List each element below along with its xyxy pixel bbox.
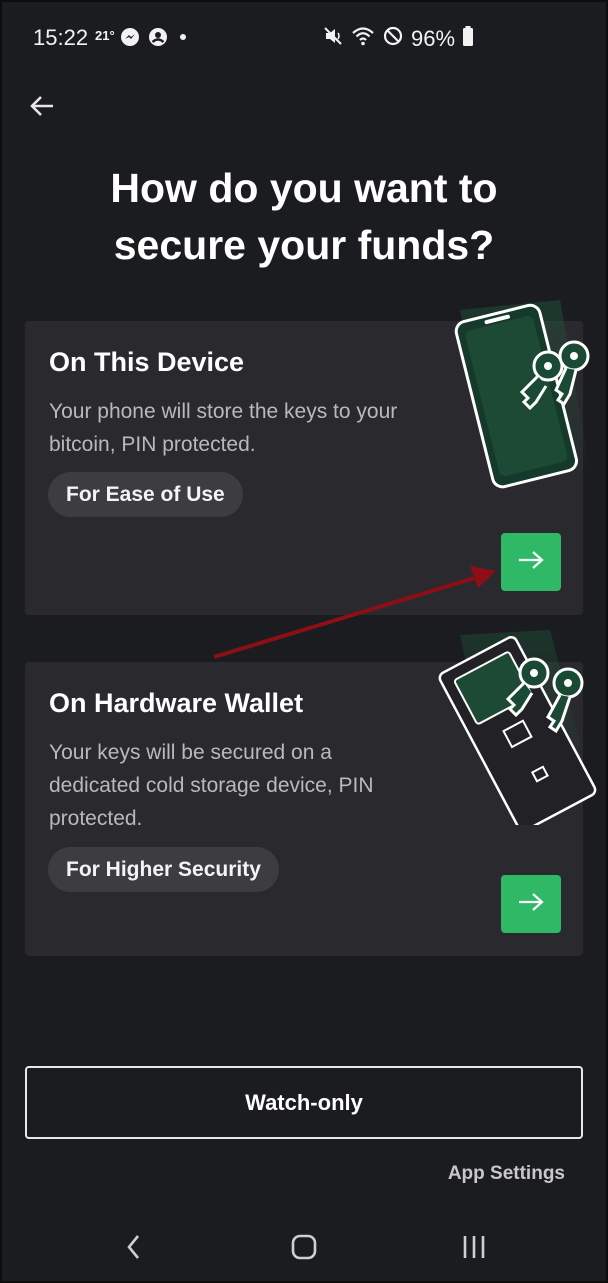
option-description: Your keys will be secured on a dedicated… bbox=[49, 741, 374, 830]
option-tag-badge: For Higher Security bbox=[48, 847, 279, 892]
status-temperature: 21° bbox=[95, 28, 115, 43]
option-title: On This Device bbox=[49, 347, 245, 377]
select-on-hardware-wallet-button[interactable] bbox=[501, 875, 561, 933]
nav-recents-button[interactable] bbox=[450, 1229, 498, 1269]
battery-icon bbox=[462, 25, 474, 52]
watch-only-button[interactable]: Watch-only bbox=[25, 1066, 583, 1139]
option-title: On Hardware Wallet bbox=[49, 688, 304, 718]
app-settings-link[interactable]: App Settings bbox=[448, 1163, 565, 1185]
messenger-icon bbox=[120, 27, 140, 52]
hardware-wallet-with-keys-icon bbox=[430, 625, 600, 832]
battery-percentage: 96% bbox=[411, 25, 456, 51]
nav-back-button[interactable] bbox=[110, 1229, 158, 1269]
nav-back-icon bbox=[124, 1233, 144, 1266]
account-circle-icon bbox=[148, 27, 168, 52]
back-button[interactable] bbox=[24, 90, 60, 126]
nav-home-icon bbox=[290, 1233, 318, 1266]
select-on-this-device-button[interactable] bbox=[501, 533, 561, 591]
dot-icon bbox=[176, 27, 190, 52]
wifi-icon bbox=[351, 25, 375, 52]
navigation-bar bbox=[0, 1215, 608, 1281]
mute-vibrate-icon bbox=[322, 25, 344, 52]
phone-with-keys-icon bbox=[440, 290, 600, 495]
nav-home-button[interactable] bbox=[280, 1229, 328, 1269]
arrow-right-icon bbox=[516, 548, 546, 577]
status-icons-left bbox=[120, 27, 190, 52]
option-description: Your phone will store the keys to your b… bbox=[49, 400, 398, 456]
arrow-right-icon bbox=[516, 890, 546, 919]
status-bar: 15:22 21° 96% bbox=[0, 0, 608, 76]
status-icons-right: 96% bbox=[322, 25, 474, 52]
do-not-disturb-icon bbox=[382, 25, 404, 52]
page-title: How do you want to secure your funds? bbox=[110, 165, 498, 268]
nav-recents-icon bbox=[460, 1233, 488, 1266]
arrow-left-icon bbox=[28, 94, 56, 123]
status-time: 15:22 bbox=[33, 25, 89, 50]
option-tag-badge: For Ease of Use bbox=[48, 472, 243, 517]
